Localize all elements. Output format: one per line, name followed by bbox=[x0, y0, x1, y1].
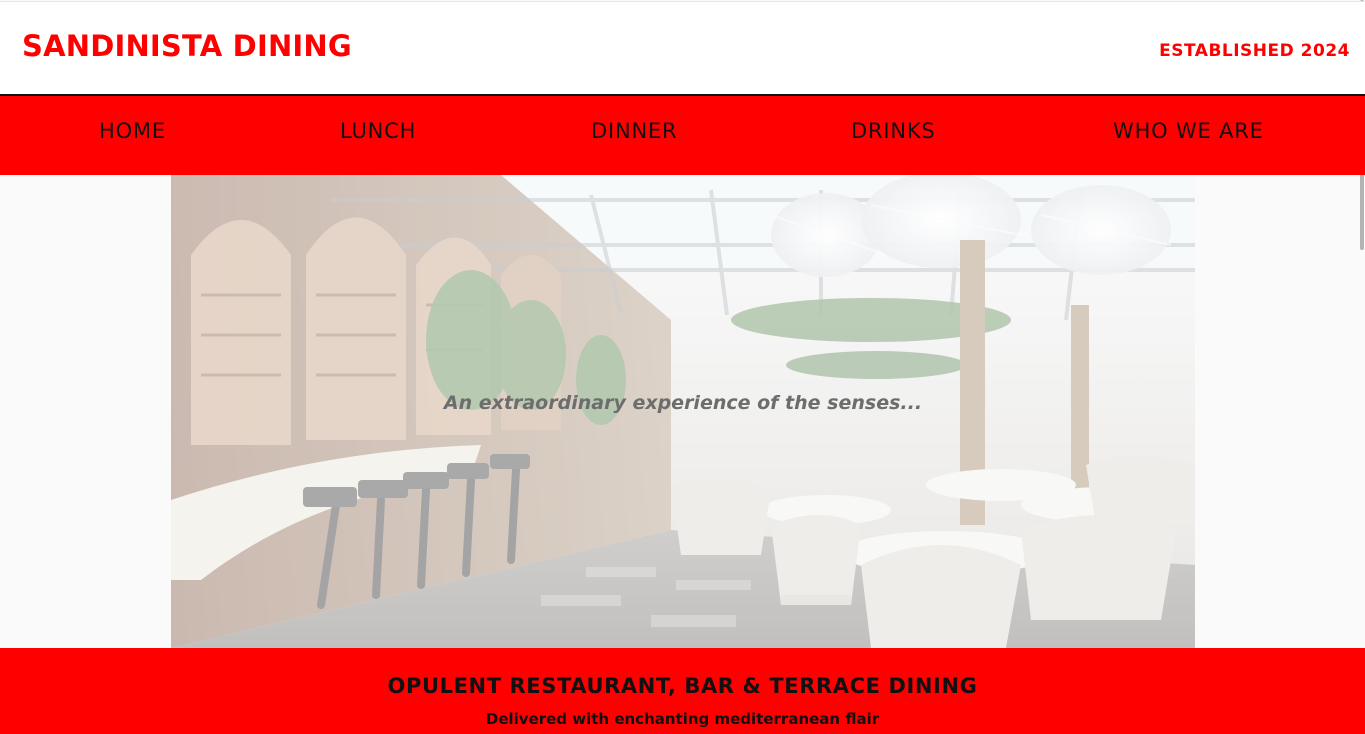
page: SANDINISTA DINING ESTABLISHED 2024 HOME … bbox=[0, 0, 1365, 734]
nav-who-we-are-link[interactable]: WHO WE ARE bbox=[1113, 121, 1264, 142]
nav-lunch-link[interactable]: LUNCH bbox=[340, 121, 416, 142]
brand-name[interactable]: SANDINISTA DINING bbox=[22, 32, 352, 61]
main-navigation: HOME LUNCH DINNER DRINKS WHO WE ARE bbox=[0, 96, 1365, 175]
hero-section: An extraordinary experience of the sense… bbox=[171, 175, 1195, 648]
nav-dinner-link[interactable]: DINNER bbox=[591, 121, 677, 142]
hero-tagline: An extraordinary experience of the sense… bbox=[443, 392, 923, 414]
top-header: SANDINISTA DINING ESTABLISHED 2024 bbox=[0, 1, 1365, 94]
bottom-banner: OPULENT RESTAURANT, BAR & TERRACE DINING… bbox=[0, 648, 1365, 734]
banner-subtitle: Delivered with enchanting mediterranean … bbox=[485, 710, 880, 728]
nav-drinks-link[interactable]: DRINKS bbox=[851, 121, 936, 142]
nav-home-link[interactable]: HOME bbox=[99, 121, 166, 142]
banner-title: OPULENT RESTAURANT, BAR & TERRACE DINING bbox=[387, 674, 978, 698]
established-label: ESTABLISHED 2024 bbox=[1159, 41, 1350, 61]
